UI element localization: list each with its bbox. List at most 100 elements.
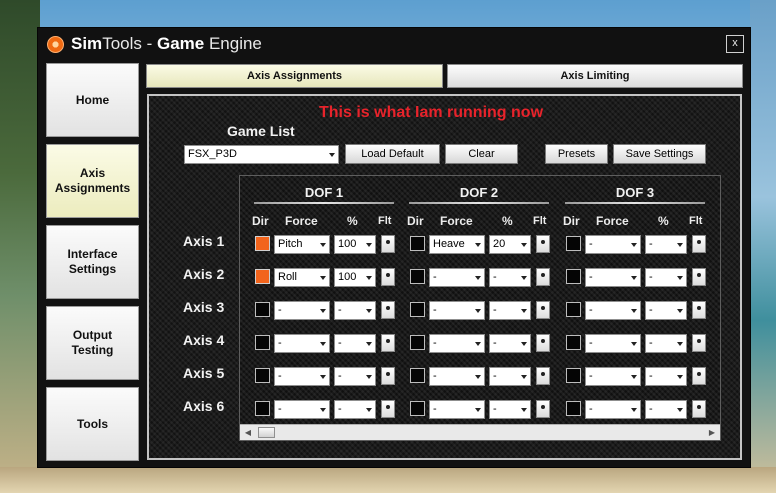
scroll-thumb[interactable] (258, 427, 275, 438)
dof-2-axis-1-filter-button[interactable] (536, 235, 550, 253)
clear-button[interactable]: Clear (445, 144, 518, 164)
dof-3-axis-2-dir-checkbox[interactable] (566, 269, 581, 284)
chevron-down-icon (677, 408, 683, 412)
dof-3-axis-5-dir-checkbox[interactable] (566, 368, 581, 383)
nav-axis-assignments-button[interactable]: Axis Assignments (46, 144, 139, 218)
percent-value: - (338, 337, 342, 349)
tab-axis-assignments[interactable]: Axis Assignments (146, 64, 443, 88)
dof-2-axis-2-filter-button[interactable] (536, 268, 550, 286)
force-value: - (589, 271, 593, 283)
dof-1-axis-1-filter-button[interactable] (381, 235, 395, 253)
dof-3-axis-3-dir-checkbox[interactable] (566, 302, 581, 317)
dof-2-axis-4-dir-checkbox[interactable] (410, 335, 425, 350)
dof-1-axis-1-force-select[interactable]: Pitch (274, 235, 330, 254)
dof-2-axis-4-force-select[interactable]: - (429, 334, 485, 353)
dof-2-axis-1-force-select[interactable]: Heave (429, 235, 485, 254)
dof-2-axis-6-filter-button[interactable] (536, 400, 550, 418)
dof-2-axis-2-percent-select[interactable]: - (489, 268, 531, 287)
dof-2-axis-5-percent-select[interactable]: - (489, 367, 531, 386)
dof-1-axis-4-percent-select[interactable]: - (334, 334, 376, 353)
dof-3-axis-1-filter-button[interactable] (692, 235, 706, 253)
chevron-down-icon (366, 309, 372, 313)
dof-3-axis-6-dir-checkbox[interactable] (566, 401, 581, 416)
dof-3-axis-6-force-select[interactable]: - (585, 400, 641, 419)
dof-2-axis-5-dir-checkbox[interactable] (410, 368, 425, 383)
tab-axis-limiting[interactable]: Axis Limiting (447, 64, 743, 88)
dof-1-axis-6-force-select[interactable]: - (274, 400, 330, 419)
dof-1-axis-3-dir-checkbox[interactable] (255, 302, 270, 317)
game-list-select[interactable]: FSX_P3D (184, 145, 339, 164)
dof-1-axis-5-force-select[interactable]: - (274, 367, 330, 386)
dof-2-axis-5-filter-button[interactable] (536, 367, 550, 385)
percent-value: - (493, 271, 497, 283)
dof-1-axis-3-filter-button[interactable] (381, 301, 395, 319)
dof-1-axis-3-percent-select[interactable]: - (334, 301, 376, 320)
nav-interface-settings-button[interactable]: Interface Settings (46, 225, 139, 299)
dof-1-axis-4-force-select[interactable]: - (274, 334, 330, 353)
dof-3-axis-3-percent-select[interactable]: - (645, 301, 687, 320)
dof-2-axis-1-dir-checkbox[interactable] (410, 236, 425, 251)
dof-3-axis-4-percent-select[interactable]: - (645, 334, 687, 353)
dof-1-axis-2-percent-select[interactable]: 100 (334, 268, 376, 287)
axis-assignment-grid[interactable]: ◀ ▶ DOF 1 Dir Force% Flt Pitch 100 Roll 100 - - - -… (239, 175, 721, 441)
dof-1-axis-3-force-select[interactable]: - (274, 301, 330, 320)
nav-tools-button[interactable]: Tools (46, 387, 139, 461)
dof-1-axis-2-filter-button[interactable] (381, 268, 395, 286)
chevron-down-icon (366, 342, 372, 346)
dof-3-axis-5-force-select[interactable]: - (585, 367, 641, 386)
dof-1-axis-6-percent-select[interactable]: - (334, 400, 376, 419)
dof-3-axis-2-percent-select[interactable]: - (645, 268, 687, 287)
dof-3-axis-4-dir-checkbox[interactable] (566, 335, 581, 350)
percent-value: - (649, 304, 653, 316)
dof-3-axis-4-filter-button[interactable] (692, 334, 706, 352)
close-button[interactable]: x (726, 35, 744, 53)
dof-3-axis-2-force-select[interactable]: - (585, 268, 641, 287)
dof-3-axis-3-force-select[interactable]: - (585, 301, 641, 320)
dof-1-axis-4-filter-button[interactable] (381, 334, 395, 352)
dof-3-axis-1-dir-checkbox[interactable] (566, 236, 581, 251)
dof-2-axis-6-force-select[interactable]: - (429, 400, 485, 419)
dof-2-axis-3-dir-checkbox[interactable] (410, 302, 425, 317)
dof-1-axis-1-percent-select[interactable]: 100 (334, 235, 376, 254)
dof-3-axis-6-percent-select[interactable]: - (645, 400, 687, 419)
save-settings-button[interactable]: Save Settings (613, 144, 706, 164)
presets-button[interactable]: Presets (545, 144, 608, 164)
axis-3-label: Axis 3 (183, 299, 225, 315)
force-value: - (589, 337, 593, 349)
dof-1-axis-2-dir-checkbox[interactable] (255, 269, 270, 284)
dof-1-axis-5-percent-select[interactable]: - (334, 367, 376, 386)
dof-1-axis-1-dir-checkbox[interactable] (255, 236, 270, 251)
dof-2-axis-3-percent-select[interactable]: - (489, 301, 531, 320)
dof-2-axis-2-force-select[interactable]: - (429, 268, 485, 287)
dof-2-axis-5-force-select[interactable]: - (429, 367, 485, 386)
dof-3-axis-5-percent-select[interactable]: - (645, 367, 687, 386)
dof-1-axis-5-filter-button[interactable] (381, 367, 395, 385)
dof-3-axis-4-force-select[interactable]: - (585, 334, 641, 353)
dof-2-axis-3-filter-button[interactable] (536, 301, 550, 319)
dof-2-axis-6-dir-checkbox[interactable] (410, 401, 425, 416)
dof-3-axis-2-filter-button[interactable] (692, 268, 706, 286)
dof-1-axis-4-dir-checkbox[interactable] (255, 335, 270, 350)
load-default-button[interactable]: Load Default (345, 144, 440, 164)
nav-home-button[interactable]: Home (46, 63, 139, 137)
title-bar[interactable]: SimTools - Game Engine x (38, 28, 750, 60)
nav-output-testing-button[interactable]: Output Testing (46, 306, 139, 380)
dof-1-axis-6-filter-button[interactable] (381, 400, 395, 418)
dof-3-axis-3-filter-button[interactable] (692, 301, 706, 319)
dof-1-axis-6-dir-checkbox[interactable] (255, 401, 270, 416)
dof-1-axis-5-dir-checkbox[interactable] (255, 368, 270, 383)
dof-2-axis-4-filter-button[interactable] (536, 334, 550, 352)
dof-3-axis-1-percent-select[interactable]: - (645, 235, 687, 254)
scroll-left-icon[interactable]: ◀ (240, 425, 256, 440)
horizontal-scrollbar[interactable]: ◀ ▶ (240, 424, 720, 440)
dof-2-axis-6-percent-select[interactable]: - (489, 400, 531, 419)
dof-3-axis-1-force-select[interactable]: - (585, 235, 641, 254)
dof-2-axis-1-percent-select[interactable]: 20 (489, 235, 531, 254)
dof-2-axis-2-dir-checkbox[interactable] (410, 269, 425, 284)
scroll-right-icon[interactable]: ▶ (704, 425, 720, 440)
dof-2-axis-3-force-select[interactable]: - (429, 301, 485, 320)
dof-1-axis-2-force-select[interactable]: Roll (274, 268, 330, 287)
dof-3-axis-6-filter-button[interactable] (692, 400, 706, 418)
dof-3-axis-5-filter-button[interactable] (692, 367, 706, 385)
dof-2-axis-4-percent-select[interactable]: - (489, 334, 531, 353)
